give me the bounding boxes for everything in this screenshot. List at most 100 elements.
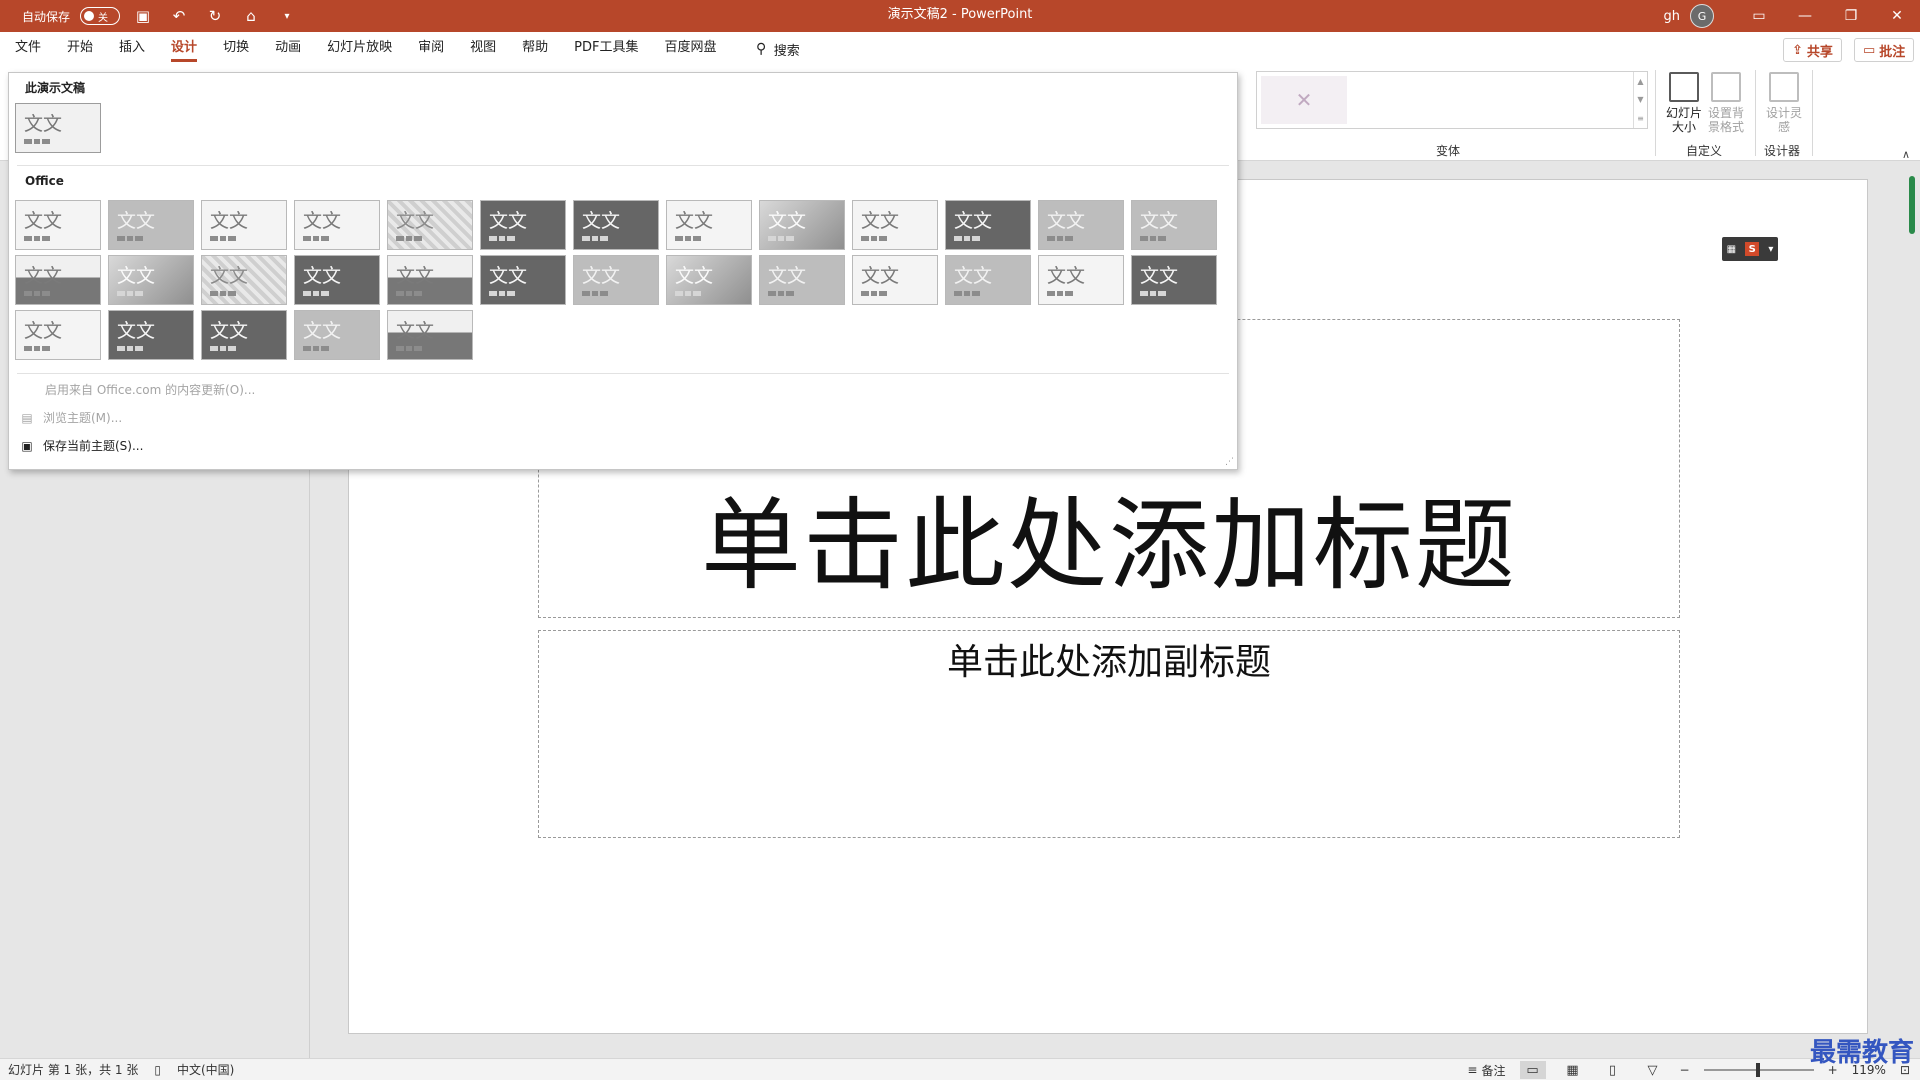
theme-thumbnail[interactable]: 文文 xyxy=(852,200,938,250)
theme-bars xyxy=(768,236,794,241)
ribbon-display-icon[interactable]: ▭ xyxy=(1736,0,1782,32)
design-ideas-button[interactable]: 设计灵感 xyxy=(1762,72,1806,134)
minimize-icon[interactable]: — xyxy=(1782,0,1828,32)
collapse-ribbon-icon[interactable]: ∧ xyxy=(1902,148,1910,161)
vertical-scrollbar[interactable] xyxy=(1906,176,1920,1056)
more-icon[interactable]: ≡ xyxy=(1637,114,1644,123)
variants-scroll[interactable]: ▲ ▼ ≡ xyxy=(1633,72,1647,128)
save-icon[interactable]: ▣ xyxy=(130,3,156,29)
theme-thumbnail[interactable]: 文文 xyxy=(945,255,1031,305)
theme-thumbnail[interactable]: 文文 xyxy=(201,310,287,360)
theme-thumbnail[interactable]: 文文 xyxy=(15,255,101,305)
theme-thumbnail[interactable]: 文文 xyxy=(387,310,473,360)
close-icon[interactable]: ✕ xyxy=(1874,0,1920,32)
present-icon[interactable]: ⌂ xyxy=(238,3,264,29)
scrollbar-thumb[interactable] xyxy=(1909,176,1915,234)
redo-icon[interactable]: ↻ xyxy=(202,3,228,29)
scroll-up-icon[interactable]: ▲ xyxy=(1637,77,1643,86)
comment-button[interactable]: ▭ 批注 xyxy=(1854,38,1915,62)
theme-thumbnail[interactable]: 文文 xyxy=(666,255,752,305)
undo-icon[interactable]: ↶ xyxy=(166,3,192,29)
theme-thumbnail[interactable]: 文文 xyxy=(294,255,380,305)
theme-thumbnail[interactable]: 文文 xyxy=(15,310,101,360)
theme-thumbnail[interactable]: 文文 xyxy=(480,255,566,305)
zoom-slider[interactable] xyxy=(1703,1063,1814,1077)
theme-thumbnail[interactable]: 文文 xyxy=(294,200,380,250)
theme-thumbnail[interactable]: 文文 xyxy=(573,255,659,305)
normal-view-icon[interactable]: ▭ xyxy=(1519,1061,1546,1079)
theme-thumbnail[interactable]: 文文 xyxy=(387,200,473,250)
tab-review[interactable]: 审阅 xyxy=(405,32,457,66)
tab-slideshow[interactable]: 幻灯片放映 xyxy=(314,32,405,66)
theme-thumbnail[interactable]: 文文 xyxy=(108,255,194,305)
browse-themes-item[interactable]: ▤ 浏览主题(M)... xyxy=(19,409,122,426)
tab-insert[interactable]: 插入 xyxy=(106,32,158,66)
theme-thumbnail[interactable]: 文文 xyxy=(759,200,845,250)
slideshow-view-icon[interactable]: ▽ xyxy=(1640,1061,1666,1079)
current-theme-thumbnail[interactable]: 文文 xyxy=(15,103,101,153)
theme-thumbnail[interactable]: 文文 xyxy=(1038,255,1124,305)
comment-icon: ▭ xyxy=(1863,42,1876,58)
zoom-out-icon[interactable]: − xyxy=(1680,1063,1690,1077)
theme-sample-text: 文文 xyxy=(303,320,342,342)
tab-help[interactable]: 帮助 xyxy=(509,32,561,66)
reading-view-icon[interactable]: ▯ xyxy=(1600,1061,1626,1079)
theme-thumbnail[interactable]: 文文 xyxy=(945,200,1031,250)
tab-pdf-tools[interactable]: PDF工具集 xyxy=(561,32,651,66)
theme-thumbnail[interactable]: 文文 xyxy=(573,200,659,250)
theme-thumbnail[interactable]: 文文 xyxy=(666,200,752,250)
subtitle-placeholder[interactable]: 单击此处添加副标题 xyxy=(538,630,1680,838)
enable-office-updates-item[interactable]: 启用来自 Office.com 的内容更新(O)... xyxy=(45,381,255,398)
tab-home[interactable]: 开始 xyxy=(54,32,106,66)
slide-sorter-icon[interactable]: ▦ xyxy=(1560,1061,1586,1079)
theme-thumbnail[interactable]: 文文 xyxy=(1131,200,1217,250)
theme-thumbnail[interactable]: 文文 xyxy=(294,310,380,360)
theme-bars xyxy=(24,346,50,351)
theme-thumbnail[interactable]: 文文 xyxy=(1131,255,1217,305)
restore-icon[interactable]: ❐ xyxy=(1828,0,1874,32)
floating-toolbar[interactable]: ▦ S ▾ xyxy=(1722,237,1778,261)
language-indicator[interactable]: 中文(中国) xyxy=(177,1061,234,1078)
theme-bars xyxy=(117,236,143,241)
format-background-button[interactable]: 设置背景格式 xyxy=(1704,72,1748,134)
theme-bars xyxy=(396,291,422,296)
customize-qat-icon[interactable]: ▾ xyxy=(274,3,300,29)
autosave-toggle[interactable]: 关 xyxy=(80,7,121,25)
theme-thumbnail[interactable]: 文文 xyxy=(201,255,287,305)
tab-transitions[interactable]: 切换 xyxy=(210,32,262,66)
theme-thumbnail[interactable]: 文文 xyxy=(1038,200,1124,250)
variant-thumbnail[interactable]: ✕ xyxy=(1261,76,1347,124)
theme-sample-text: 文文 xyxy=(210,320,249,342)
sogou-icon[interactable]: S xyxy=(1745,242,1760,256)
theme-sample-text: 文文 xyxy=(1047,210,1086,232)
theme-sample-text: 文文 xyxy=(675,210,714,232)
theme-thumbnail[interactable]: 文文 xyxy=(108,310,194,360)
grid-icon[interactable]: ▦ xyxy=(1727,244,1736,255)
avatar[interactable]: G xyxy=(1690,4,1714,28)
ribbon-separator xyxy=(1755,70,1756,156)
theme-thumbnail[interactable]: 文文 xyxy=(387,255,473,305)
theme-thumbnail[interactable]: 文文 xyxy=(15,200,101,250)
dropdown-icon[interactable]: ▾ xyxy=(1768,244,1773,255)
notes-button[interactable]: ≡ 备注 xyxy=(1467,1062,1505,1079)
scroll-down-icon[interactable]: ▼ xyxy=(1637,95,1643,104)
share-button[interactable]: ⇪ 共享 xyxy=(1783,38,1842,62)
resize-grip-icon[interactable]: ⋰ xyxy=(1225,457,1234,467)
tab-animations[interactable]: 动画 xyxy=(262,32,314,66)
search-box[interactable]: ⚲ 搜索 xyxy=(756,40,800,59)
user-name[interactable]: gh xyxy=(1664,9,1681,24)
slide-size-button[interactable]: 幻灯片大小 xyxy=(1662,72,1706,134)
theme-thumbnail[interactable]: 文文 xyxy=(759,255,845,305)
tab-design[interactable]: 设计 xyxy=(158,32,210,66)
theme-thumbnail[interactable]: 文文 xyxy=(201,200,287,250)
theme-thumbnail[interactable]: 文文 xyxy=(108,200,194,250)
theme-thumbnail[interactable]: 文文 xyxy=(852,255,938,305)
tab-file[interactable]: 文件 xyxy=(2,32,54,66)
variants-gallery[interactable]: ✕ ▲ ▼ ≡ xyxy=(1256,71,1648,129)
tab-view[interactable]: 视图 xyxy=(457,32,509,66)
zoom-slider-knob[interactable] xyxy=(1755,1063,1760,1077)
save-theme-item[interactable]: ▣ 保存当前主题(S)... xyxy=(19,437,143,454)
tab-baidu-netdisk[interactable]: 百度网盘 xyxy=(651,32,729,66)
accessibility-icon[interactable]: ▯ xyxy=(154,1063,161,1077)
theme-thumbnail[interactable]: 文文 xyxy=(480,200,566,250)
